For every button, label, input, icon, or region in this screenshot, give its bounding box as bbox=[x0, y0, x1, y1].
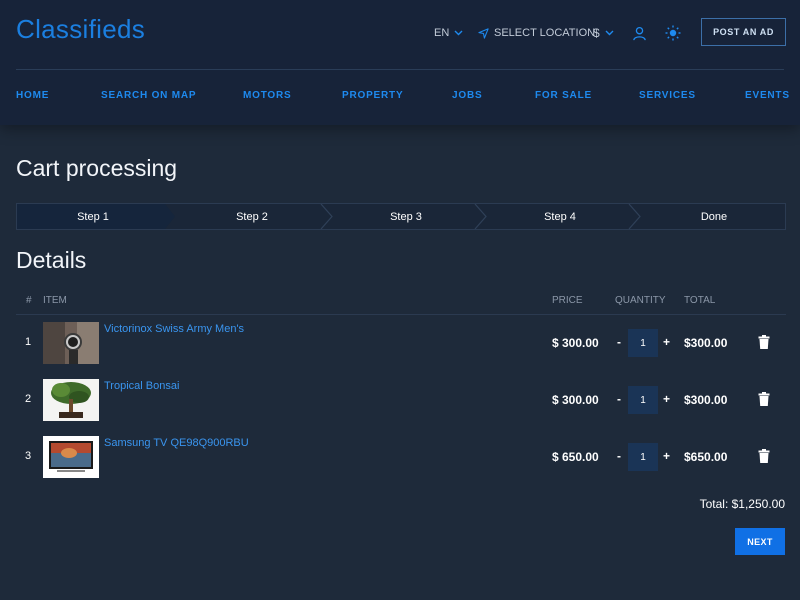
product-link[interactable]: Tropical Bonsai bbox=[104, 380, 179, 392]
chevron-down-icon bbox=[454, 30, 463, 36]
cart-total: Total: $1,250.00 bbox=[699, 497, 785, 511]
quantity-increase-button[interactable]: + bbox=[663, 335, 670, 349]
column-header-price: PRICE bbox=[552, 295, 583, 306]
sun-icon bbox=[665, 25, 681, 41]
quantity-decrease-button[interactable]: - bbox=[617, 392, 621, 406]
nav-item-home[interactable]: HOME bbox=[16, 90, 49, 101]
nav-item-for-sale[interactable]: FOR SALE bbox=[535, 90, 592, 101]
page-title: Cart processing bbox=[16, 155, 178, 181]
row-total: $300.00 bbox=[684, 336, 728, 350]
unit-price: $ 300.00 bbox=[552, 393, 599, 407]
nav-item-property[interactable]: PROPERTY bbox=[342, 90, 403, 101]
trash-icon[interactable] bbox=[758, 335, 770, 349]
site-header: Classifieds EN SELECT LOCATION $ POST AN… bbox=[0, 0, 800, 125]
language-selector[interactable]: EN bbox=[434, 24, 463, 42]
details-title: Details bbox=[16, 247, 87, 273]
table-row: 1 Victorinox Swiss Army Men's $ 300.00 -… bbox=[16, 315, 786, 372]
step-done[interactable]: Done bbox=[637, 204, 791, 229]
user-icon bbox=[633, 26, 646, 40]
unit-price: $ 650.00 bbox=[552, 450, 599, 464]
row-total: $650.00 bbox=[684, 450, 728, 464]
step-label: Step 2 bbox=[236, 210, 268, 223]
unit-price: $ 300.00 bbox=[552, 336, 599, 350]
column-header-quantity: QUANTITY bbox=[615, 295, 666, 306]
nav-item-search-on-map[interactable]: SEARCH ON MAP bbox=[101, 90, 196, 101]
step-label: Step 1 bbox=[77, 210, 109, 223]
product-thumbnail-bonsai[interactable] bbox=[43, 379, 99, 421]
column-header-number: # bbox=[26, 295, 32, 306]
quantity-input[interactable]: 1 bbox=[628, 329, 658, 357]
product-thumbnail-watch[interactable] bbox=[43, 322, 99, 364]
site-logo[interactable]: Classifieds bbox=[16, 14, 145, 45]
step-label: Step 3 bbox=[390, 210, 422, 223]
trash-icon[interactable] bbox=[758, 392, 770, 406]
trash-icon[interactable] bbox=[758, 449, 770, 463]
next-button[interactable]: NEXT bbox=[735, 528, 785, 555]
column-header-total: TOTAL bbox=[684, 295, 716, 306]
table-row: 3 Samsung TV QE98Q900RBU $ 650.00 - 1 + … bbox=[16, 429, 786, 486]
nav-item-events[interactable]: EVENTS bbox=[745, 90, 790, 101]
language-label: EN bbox=[434, 27, 450, 39]
product-link[interactable]: Samsung TV QE98Q900RBU bbox=[104, 437, 249, 449]
checkout-stepper: Step 1 Step 2 Step 3 Step 4 Done bbox=[16, 203, 786, 230]
step-4[interactable]: Step 4 bbox=[483, 204, 637, 229]
step-1[interactable]: Step 1 bbox=[17, 204, 175, 229]
header-divider bbox=[16, 69, 784, 70]
row-total: $300.00 bbox=[684, 393, 728, 407]
quantity-decrease-button[interactable]: - bbox=[617, 449, 621, 463]
step-3[interactable]: Step 3 bbox=[329, 204, 483, 229]
location-selector[interactable]: SELECT LOCATION bbox=[478, 24, 595, 42]
step-2[interactable]: Step 2 bbox=[177, 204, 327, 229]
post-ad-button[interactable]: POST AN AD bbox=[701, 18, 786, 46]
quantity-input[interactable]: 1 bbox=[628, 386, 658, 414]
step-label: Step 4 bbox=[544, 210, 576, 223]
nav-item-motors[interactable]: MOTORS bbox=[243, 90, 292, 101]
quantity-input[interactable]: 1 bbox=[628, 443, 658, 471]
column-header-item: ITEM bbox=[43, 295, 67, 306]
currency-label: $ bbox=[593, 26, 600, 40]
user-account-button[interactable] bbox=[632, 24, 647, 42]
product-link[interactable]: Victorinox Swiss Army Men's bbox=[104, 323, 244, 335]
row-number: 2 bbox=[25, 393, 32, 405]
quantity-increase-button[interactable]: + bbox=[663, 449, 670, 463]
theme-toggle-button[interactable] bbox=[665, 24, 681, 42]
step-label: Done bbox=[700, 210, 728, 223]
location-label: SELECT LOCATION bbox=[494, 27, 596, 39]
chevron-down-icon bbox=[605, 30, 614, 36]
currency-selector[interactable]: $ bbox=[593, 24, 614, 42]
nav-item-services[interactable]: SERVICES bbox=[639, 90, 696, 101]
product-thumbnail-tv[interactable] bbox=[43, 436, 99, 478]
row-number: 1 bbox=[25, 336, 32, 348]
table-row: 2 Tropical Bonsai $ 300.00 - 1 + $300.00 bbox=[16, 372, 786, 429]
quantity-increase-button[interactable]: + bbox=[663, 392, 670, 406]
quantity-decrease-button[interactable]: - bbox=[617, 335, 621, 349]
nav-item-jobs[interactable]: JOBS bbox=[452, 90, 482, 101]
navigation-arrow-icon bbox=[478, 27, 489, 39]
row-number: 3 bbox=[25, 450, 32, 462]
